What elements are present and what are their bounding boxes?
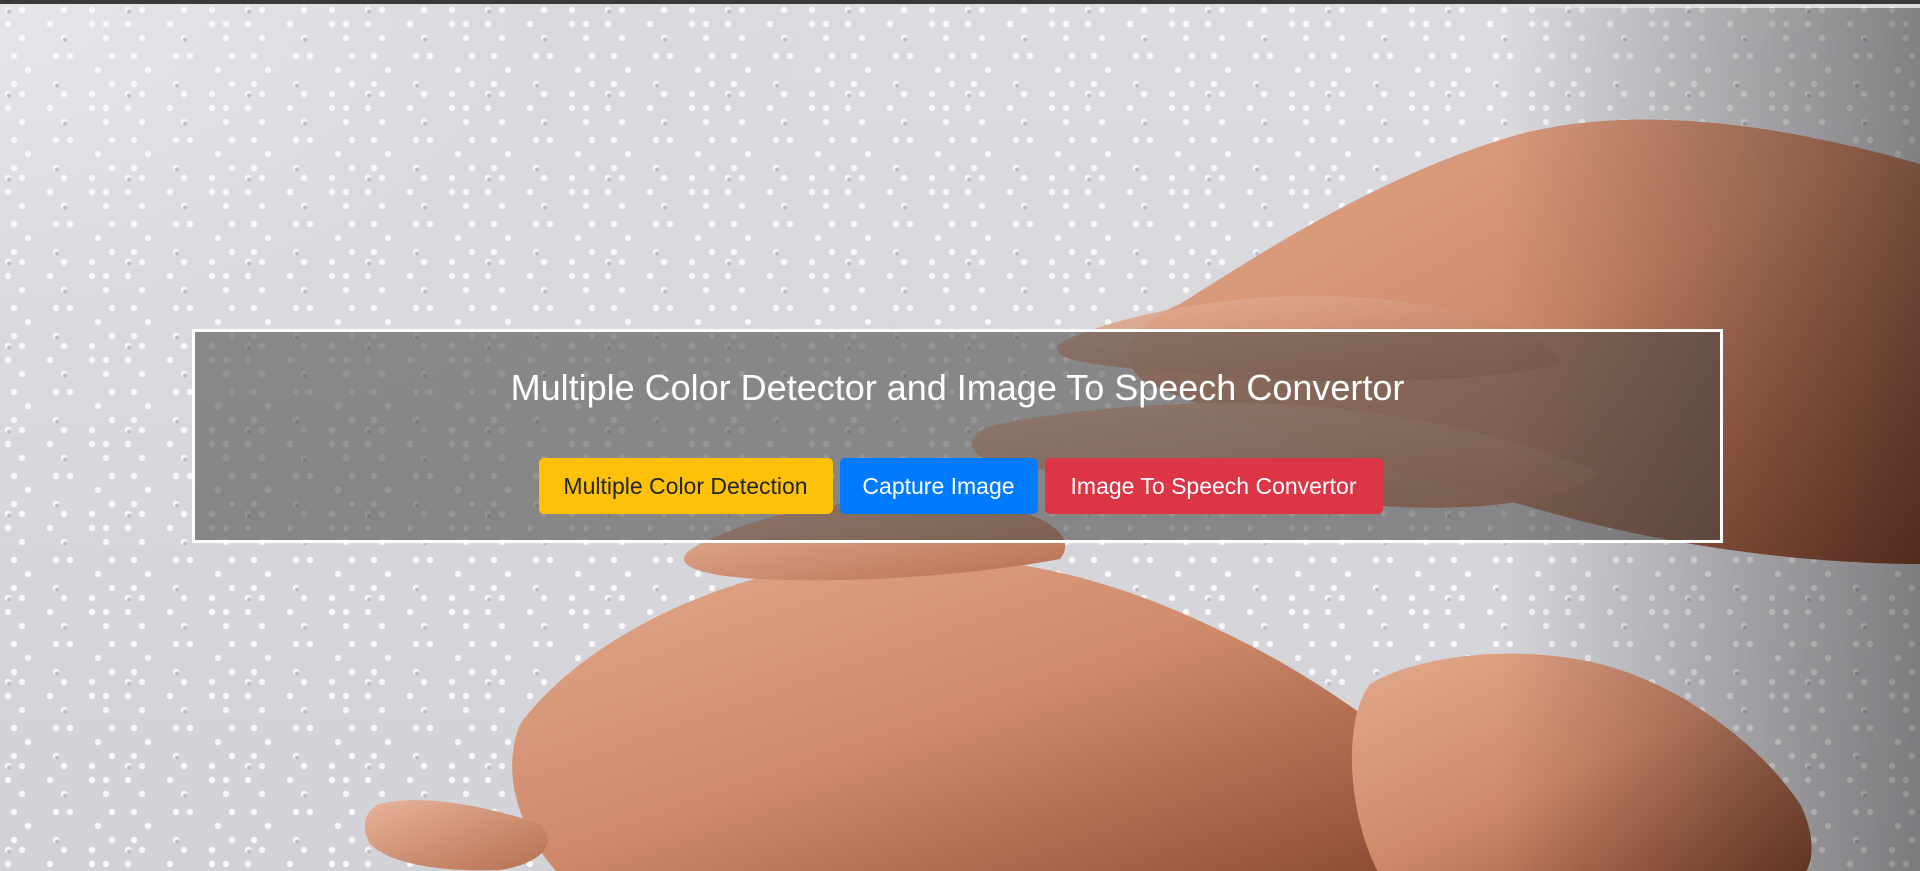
- page-title: Multiple Color Detector and Image To Spe…: [510, 367, 1405, 408]
- hero-panel: Multiple Color Detector and Image To Spe…: [192, 329, 1723, 543]
- action-button-group: Multiple Color Detection Capture Image I…: [195, 458, 1720, 514]
- page: Multiple Color Detector and Image To Spe…: [0, 0, 1920, 871]
- image-to-speech-button[interactable]: Image To Speech Convertor: [1044, 458, 1383, 514]
- multiple-color-detection-button[interactable]: Multiple Color Detection: [538, 458, 833, 514]
- capture-image-button[interactable]: Capture Image: [839, 458, 1038, 514]
